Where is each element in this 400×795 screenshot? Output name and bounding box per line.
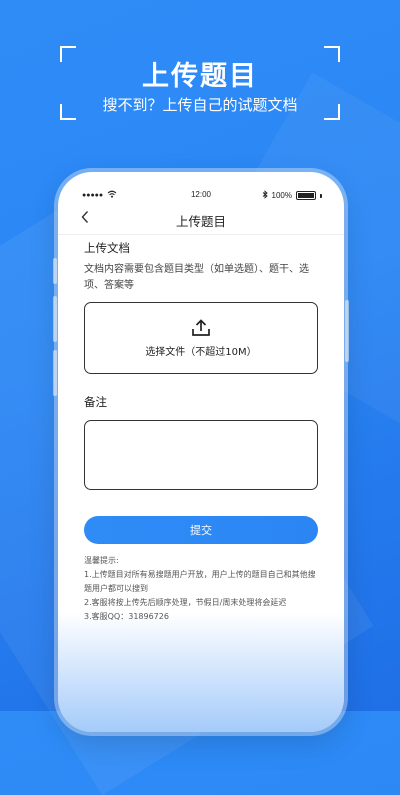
- tips-heading: 温馨提示:: [84, 556, 119, 565]
- upload-description: 文档内容需要包含题目类型（如单选题）、题干、选项、答案等: [84, 264, 309, 291]
- tips-line: 3.客服QQ：31896726: [84, 612, 169, 621]
- upload-button-label: 选择文件（不超过10M）: [145, 346, 257, 358]
- tips-line: 1.上传题目对所有易搜题用户开放，用户上传的题目自己和其他搜题用户都可以搜到: [84, 570, 316, 593]
- bluetooth-icon: [262, 190, 268, 201]
- navigation-bar: 上传题目: [58, 208, 344, 234]
- tips-line: 2.客服将按上传先后顺序处理，节假日/周末处理将会延迟: [84, 598, 287, 607]
- bottom-gradient-overlay: [58, 612, 344, 732]
- upload-icon: [191, 318, 211, 337]
- form-content: 上传文档 文档内容需要包含题目类型（如单选题）、题干、选项、答案等 选择文件（不…: [84, 240, 318, 624]
- note-label: 备注: [84, 395, 107, 409]
- upload-section-label: 上传文档: [84, 241, 130, 255]
- phone-volume-up-button: [53, 296, 57, 342]
- hero-title: 上传题目: [142, 61, 258, 92]
- phone-power-button: [345, 300, 349, 362]
- note-textarea[interactable]: [84, 420, 318, 490]
- battery-tip: [320, 193, 322, 198]
- submit-button[interactable]: 提交: [84, 516, 318, 544]
- divider: [58, 234, 344, 235]
- battery-icon: [296, 191, 316, 200]
- phone-volume-down-button: [53, 350, 57, 396]
- page-title: 上传题目: [175, 214, 226, 229]
- tips-section: 温馨提示: 1.上传题目对所有易搜题用户开放，用户上传的题目自己和其他搜题用户都…: [84, 554, 318, 624]
- hero-subtitle: 搜不到？上传自己的试题文档: [102, 96, 298, 114]
- phone-mute-switch: [53, 258, 57, 284]
- phone-mockup: ●●●●● 12:00 100% 上传题目 上传文档 文档内容需要包含题目类型（…: [58, 172, 344, 732]
- status-bar: ●●●●● 12:00 100%: [58, 188, 344, 202]
- battery-percent: 100%: [271, 191, 292, 200]
- file-upload-area[interactable]: 选择文件（不超过10M）: [84, 302, 318, 374]
